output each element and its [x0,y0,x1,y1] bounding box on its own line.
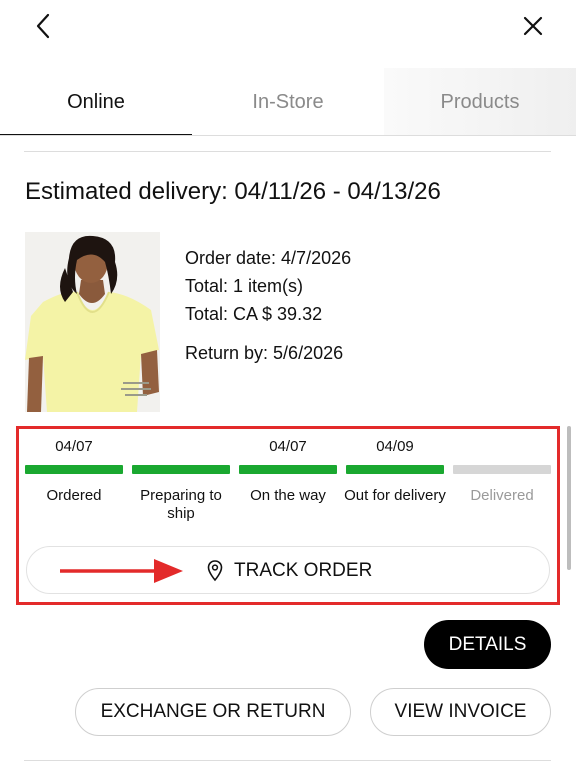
step-label: Ordered [46,487,102,504]
order-total: Total: CA $ 39.32 [185,304,323,324]
close-icon [523,16,543,36]
order-summary: Order date: 4/7/2026 Total: 1 item(s) To… [185,244,351,328]
section-divider [24,760,551,761]
tab-products[interactable]: Products [384,68,576,136]
track-order-label: TRACK ORDER [234,560,373,581]
step-progress-bar [25,465,123,474]
details-button[interactable]: DETAILS [424,620,551,669]
tracking-step-out-for-delivery: 04/09 Out for delivery [344,432,446,532]
tab-online[interactable]: Online [0,68,192,136]
tracking-step-ordered: 04/07 Ordered [25,432,123,532]
tracking-step-delivered: Delivered [453,432,551,532]
step-date: 04/09 [376,438,414,455]
tab-divider [0,135,576,136]
tab-bar: Online In-Store Products [0,68,576,136]
step-progress-bar [453,465,551,474]
step-date: 04/07 [269,438,307,455]
view-invoice-button[interactable]: VIEW INVOICE [370,688,551,736]
location-pin-icon [207,560,223,582]
order-item-count: Total: 1 item(s) [185,276,304,296]
exchange-or-return-button[interactable]: EXCHANGE OR RETURN [75,688,351,736]
tab-in-store[interactable]: In-Store [192,68,384,136]
close-button[interactable] [515,8,551,44]
step-label: On the way [250,487,326,504]
step-progress-bar [132,465,230,474]
step-label: Preparing to ship [140,487,222,522]
order-details-screen: Online In-Store Products Estimated deliv… [0,0,576,762]
step-progress-bar [346,465,444,474]
product-photo-illustration [25,232,160,412]
arrow-right-annotation-icon [60,559,183,583]
step-progress-bar [239,465,337,474]
return-by-date: Return by: 5/6/2026 [185,343,344,363]
tracking-step-on-the-way: 04/07 On the way [239,432,337,532]
section-divider [24,151,551,152]
scrollbar[interactable] [567,426,571,570]
order-date: Order date: 4/7/2026 [185,248,352,268]
step-date: 04/07 [55,438,93,455]
step-label: Delivered [470,487,534,504]
step-label: Out for delivery [344,487,446,504]
estimated-delivery-heading: Estimated delivery: 04/11/26 - 04/13/26 [25,178,441,205]
chevron-left-icon [36,13,50,39]
back-button[interactable] [26,8,62,44]
tracking-step-preparing: Preparing to ship [132,432,230,532]
product-image[interactable] [25,232,160,412]
